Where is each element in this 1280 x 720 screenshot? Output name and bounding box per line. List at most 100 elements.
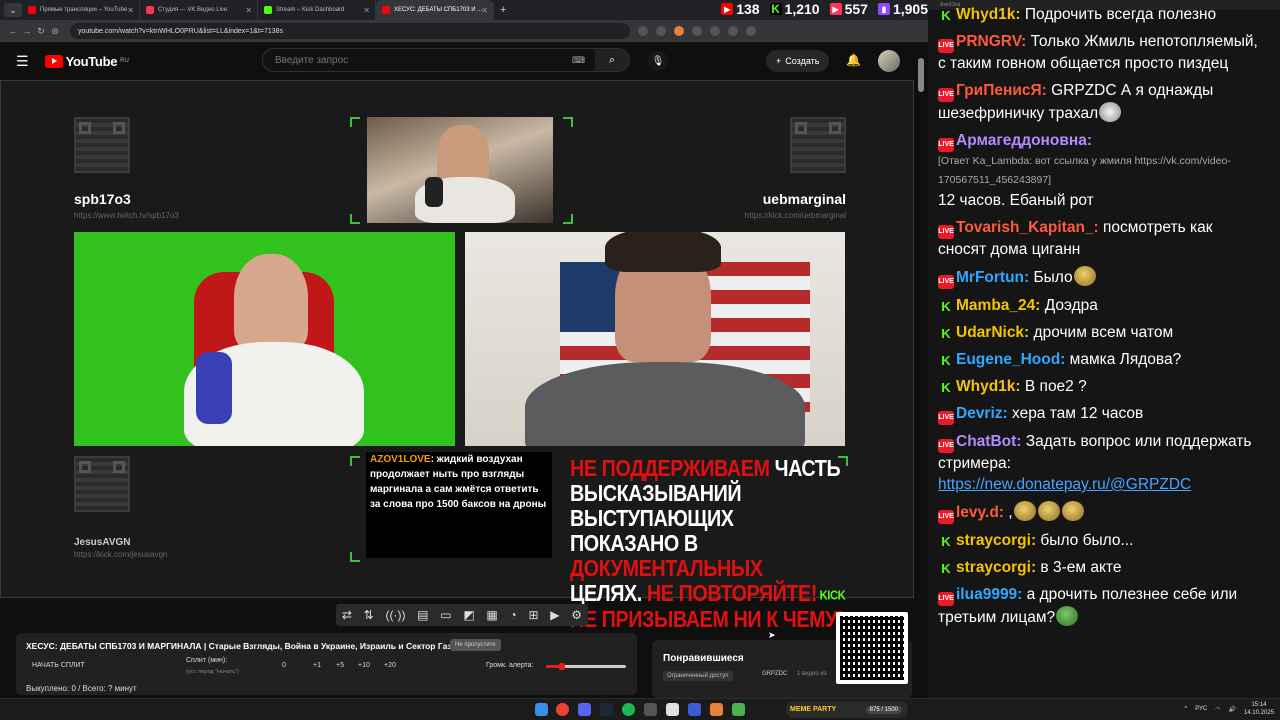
tab-search-icon[interactable]: ⌄ [4, 3, 22, 17]
spotify-icon[interactable] [622, 703, 635, 716]
picture-in-picture-icon[interactable]: ▭ [440, 608, 451, 622]
extension-icon[interactable] [638, 26, 648, 36]
loop-icon[interactable]: ⇄ [342, 608, 352, 622]
tab-youtube-video[interactable]: ХЕСУС: ДЕБАТЫ СПБ1703 И ... ✕ [376, 0, 494, 20]
url-field[interactable]: youtube.com/watch?v=ktnWHLO0PRU&list=LL&… [70, 23, 630, 39]
page-scrollbar[interactable] [917, 48, 925, 698]
tray-expand-icon[interactable]: ^ [1184, 706, 1187, 712]
tab-close-icon[interactable]: ✕ [363, 6, 370, 15]
discord-icon[interactable] [578, 703, 591, 716]
liked-channel[interactable]: GRPZDC [762, 671, 787, 677]
chat-nick[interactable]: Tovarish_Kapitan_: [956, 219, 1099, 236]
language-indicator[interactable]: РУС [1195, 706, 1207, 712]
chat-message: Kstraycorgi: было было... [938, 530, 1264, 551]
forward-icon[interactable]: → [20, 26, 34, 36]
streamer-name-left: spb17o3 [74, 191, 131, 207]
chat-link[interactable]: https://new.donatepay.ru/@GRPZDC [938, 476, 1191, 493]
chat-message: LIVE ГриПенисЯ: GRPZDC А я однажды шезефр… [938, 80, 1264, 124]
tab-close-icon[interactable]: ✕ [245, 6, 252, 15]
extension-icon[interactable] [674, 26, 684, 36]
avatar[interactable] [878, 50, 900, 72]
reload-icon[interactable]: ↻ [34, 26, 48, 37]
chat-nick[interactable]: Mamba_24: [956, 297, 1040, 314]
youtube-logo[interactable]: YouTube RU [44, 54, 129, 69]
app-icon[interactable] [688, 703, 701, 716]
chat-nick[interactable]: ChatBot: [956, 433, 1021, 450]
tab-close-icon[interactable]: ✕ [481, 6, 488, 15]
chrome-icon[interactable] [556, 703, 569, 716]
chat-nick[interactable]: levy.d: [956, 504, 1004, 521]
plus-icon: + [776, 56, 782, 66]
cinema-icon[interactable]: ▦ [486, 608, 497, 622]
app-icon[interactable] [710, 703, 723, 716]
slider-knob[interactable] [559, 663, 565, 670]
tab-vk-studio[interactable]: Студия — VK Видео Live ✕ [140, 0, 258, 20]
add-icon[interactable]: ⊞ [528, 608, 538, 622]
youtube-live-badge-icon: LIVE [938, 275, 954, 289]
extension-icon[interactable] [692, 26, 702, 36]
split-add-5-button[interactable]: +5 [336, 662, 344, 669]
obs-icon[interactable] [644, 703, 657, 716]
wifi-icon[interactable]: ◠ [1215, 706, 1220, 713]
notifications-bell-icon[interactable]: 🔔 [846, 53, 861, 67]
split-add-10-button[interactable]: +10 [358, 662, 370, 669]
menu-icon[interactable] [746, 26, 756, 36]
tab-kick-dashboard[interactable]: Stream – Kick Dashboard ✕ [258, 0, 376, 20]
chat-nick[interactable]: Whyd1k: [956, 378, 1021, 395]
sort-icon[interactable]: ⇅ [364, 608, 374, 622]
mouse-cursor-icon: ➤ [768, 630, 776, 640]
search-box: ⌨ ⌕ [262, 48, 630, 72]
chat-message: LIVE Армагеддоновна: [Ответ Ka_Lambda: вот… [938, 130, 1264, 211]
chat-message: K Whyd1k: В пое2 ? [938, 376, 1264, 397]
hamburger-menu-icon[interactable]: ☰ [16, 53, 29, 70]
chat-nick[interactable]: ilua9999: [956, 586, 1022, 603]
streamer-url-right: https://kick.com/uebmarginal [744, 211, 846, 220]
frame-corner [350, 552, 360, 562]
chat-text: , [1003, 504, 1013, 521]
tab-close-icon[interactable]: ✕ [127, 6, 134, 15]
video-icon[interactable]: ▶ [550, 608, 559, 622]
chat-nick[interactable]: Whyd1k: [956, 6, 1021, 23]
download-icon[interactable] [710, 26, 720, 36]
mic-icon[interactable]: 🎙 [648, 51, 668, 71]
expand-icon[interactable]: ◩ [463, 608, 474, 622]
audio-icon[interactable]: ((·)) [385, 608, 405, 622]
chat-nick[interactable]: Армагеддоновна: [956, 132, 1092, 149]
settings-gear-icon[interactable]: ⚙ [571, 608, 582, 622]
app-icon[interactable] [732, 703, 745, 716]
chat-nick[interactable]: straycorgi: [956, 559, 1036, 576]
split-add-1-button[interactable]: +1 [313, 662, 321, 669]
tab-youtube-live[interactable]: Прямые трансляции – YouTube ✕ [22, 0, 140, 20]
extension-icon[interactable] [656, 26, 666, 36]
site-info-icon[interactable]: ⊜ [48, 26, 62, 37]
start-icon[interactable] [535, 703, 548, 716]
overlay-chat-message: AZOV1LOVE: жидкий воздухан продолжает ны… [366, 452, 552, 558]
new-tab-icon[interactable]: + [500, 4, 506, 16]
chat-nick[interactable]: Eugene_Hood: [956, 351, 1065, 368]
chat-nick[interactable]: Devriz: [956, 405, 1008, 422]
volume-icon[interactable]: 🔊 [1228, 706, 1235, 713]
chat-nick[interactable]: UdarNick: [956, 324, 1029, 341]
start-split-button[interactable]: НАЧАТЬ СПЛИТ [32, 662, 85, 669]
streamer-name-bottom: JesusAVGN [74, 537, 131, 548]
frame-corner [350, 456, 360, 466]
split-add-20-button[interactable]: +20 [384, 662, 396, 669]
scrollbar-thumb[interactable] [918, 58, 924, 92]
chat-nick[interactable]: straycorgi: [956, 532, 1036, 549]
alert-volume-slider[interactable] [546, 663, 626, 670]
chat-nick[interactable]: MrFortun: [956, 269, 1029, 286]
donation-qr-code [836, 612, 908, 684]
speed-icon[interactable]: ◔ [509, 608, 516, 622]
create-button[interactable]: + Создать [766, 50, 830, 72]
search-button[interactable]: ⌕ [595, 49, 629, 71]
keyboard-icon[interactable]: ⌨ [572, 55, 585, 66]
chat-nick[interactable]: PRNGRV: [956, 33, 1026, 50]
screenshot-icon[interactable]: ▤ [417, 608, 428, 622]
back-icon[interactable]: ← [6, 26, 20, 36]
chat-nick[interactable]: ГриПенисЯ: [956, 82, 1047, 99]
app-icon[interactable] [666, 703, 679, 716]
steam-icon[interactable] [600, 703, 613, 716]
profile-icon[interactable] [728, 26, 738, 36]
search-input[interactable] [273, 53, 557, 67]
clock[interactable]: 15:14 14.10.2025 [1244, 701, 1274, 717]
